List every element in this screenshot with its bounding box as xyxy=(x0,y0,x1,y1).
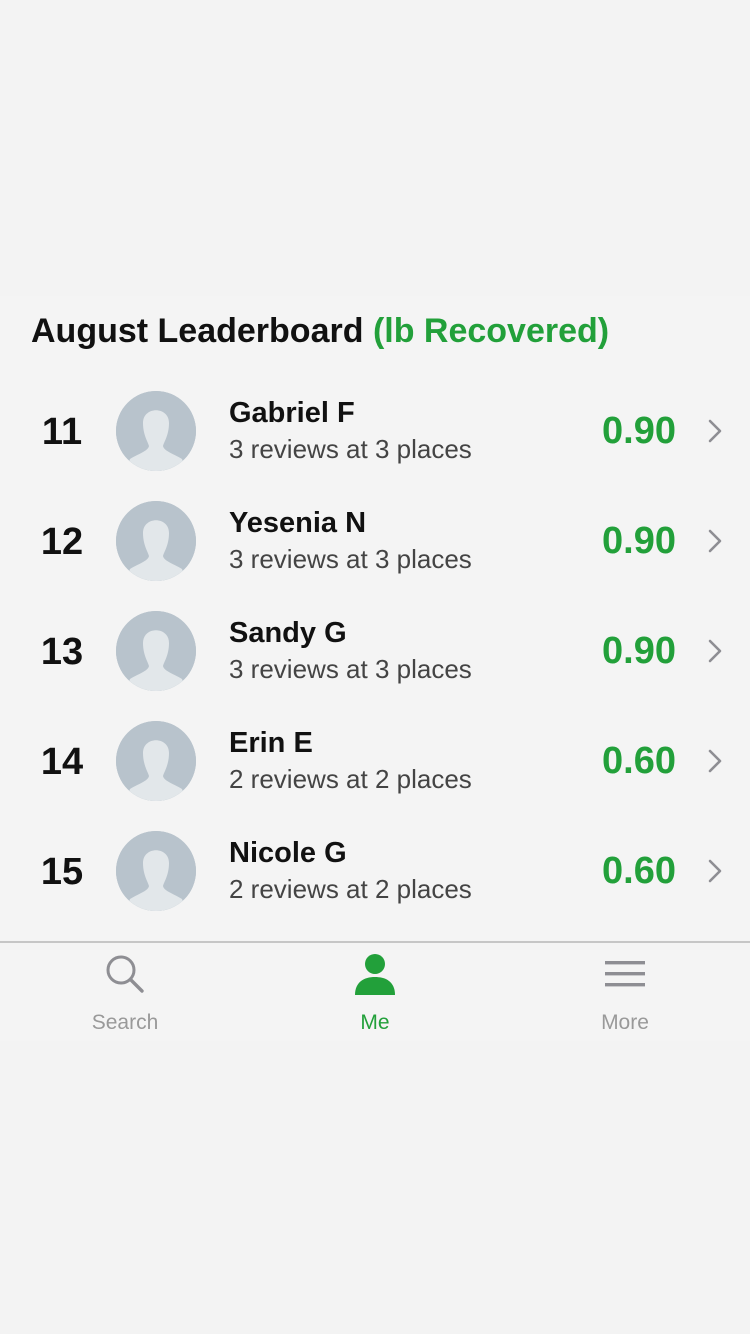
review-summary: 3 reviews at 3 places xyxy=(229,434,472,464)
default-avatar-icon xyxy=(116,391,196,471)
tab-label: Search xyxy=(91,1011,159,1034)
leaderboard-title: August Leaderboard (lb Recovered) xyxy=(31,312,609,351)
rank-number: 15 xyxy=(40,851,84,893)
review-summary: 2 reviews at 2 places xyxy=(229,764,472,794)
review-summary: 3 reviews at 3 places xyxy=(229,544,472,574)
user-name: Sandy G xyxy=(229,617,347,649)
search-icon xyxy=(106,955,144,993)
review-summary: 3 reviews at 3 places xyxy=(229,654,472,684)
chevron-right-icon xyxy=(708,749,722,773)
user-name: Gabriel F xyxy=(229,397,355,429)
default-avatar-icon xyxy=(116,831,196,911)
rank-number: 12 xyxy=(40,521,84,563)
person-icon xyxy=(355,954,395,995)
leaderboard-row[interactable]: 14 Erin E 2 reviews at 2 places 0.60 xyxy=(0,706,750,816)
chevron-right-icon xyxy=(708,639,722,663)
leaderboard-list: 11 Gabriel F 3 reviews at 3 places 0.90 … xyxy=(0,376,750,926)
score-value: 0.60 xyxy=(602,740,676,782)
rank-number: 13 xyxy=(40,631,84,673)
leaderboard-row[interactable]: 12 Yesenia N 3 reviews at 3 places 0.90 xyxy=(0,486,750,596)
tab-me[interactable]: Me xyxy=(250,943,500,1041)
user-name: Yesenia N xyxy=(229,507,367,539)
menu-icon xyxy=(605,961,645,987)
tab-more[interactable]: More xyxy=(500,943,750,1041)
user-name: Erin E xyxy=(229,727,313,759)
review-summary: 2 reviews at 2 places xyxy=(229,874,472,904)
default-avatar-icon xyxy=(116,611,196,691)
chevron-right-icon xyxy=(708,859,722,883)
tab-label: Me xyxy=(360,1011,390,1034)
leaderboard-section: August Leaderboard (lb Recovered) 11 Gab… xyxy=(0,296,750,941)
leaderboard-row[interactable]: 15 Nicole G 2 reviews at 2 places 0.60 xyxy=(0,816,750,926)
default-avatar-icon xyxy=(116,721,196,801)
default-avatar-icon xyxy=(116,501,196,581)
score-value: 0.90 xyxy=(602,410,676,452)
chevron-right-icon xyxy=(708,419,722,443)
chevron-right-icon xyxy=(708,529,722,553)
rank-number: 11 xyxy=(41,411,83,453)
user-name: Nicole G xyxy=(229,837,347,869)
leaderboard-row[interactable]: 13 Sandy G 3 reviews at 3 places 0.90 xyxy=(0,596,750,706)
leaderboard-row[interactable]: 11 Gabriel F 3 reviews at 3 places 0.90 xyxy=(0,376,750,486)
leaderboard-title-text: August Leaderboard xyxy=(31,312,364,350)
score-value: 0.60 xyxy=(602,850,676,892)
score-value: 0.90 xyxy=(602,520,676,562)
leaderboard-unit: (lb Recovered) xyxy=(372,312,610,350)
screen: August Leaderboard (lb Recovered) 11 Gab… xyxy=(0,0,750,1334)
score-value: 0.90 xyxy=(602,630,676,672)
rank-number: 14 xyxy=(40,741,84,783)
tab-search[interactable]: Search xyxy=(0,943,250,1041)
tab-label: More xyxy=(601,1011,649,1034)
tab-bar: Search Me More xyxy=(0,941,750,1041)
